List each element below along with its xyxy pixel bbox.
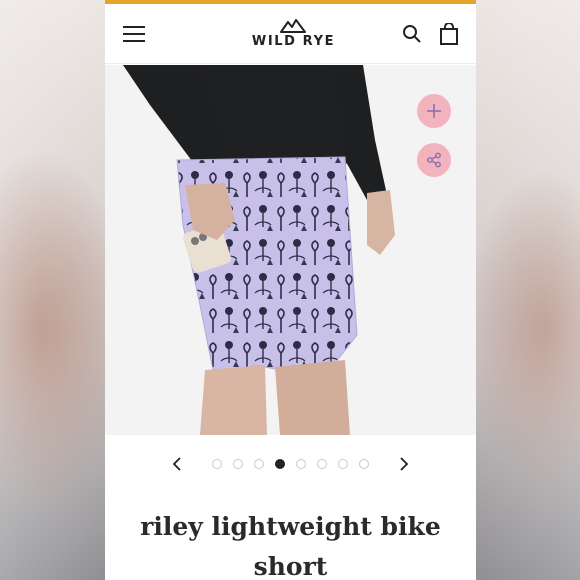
- search-icon[interactable]: [402, 24, 422, 44]
- brand-logo[interactable]: WILD RYE: [251, 18, 336, 49]
- zoom-plus-button[interactable]: [417, 94, 451, 128]
- carousel-dot[interactable]: [254, 459, 264, 469]
- carousel-dot[interactable]: [338, 459, 348, 469]
- image-carousel-nav: [105, 452, 476, 476]
- carousel-dot[interactable]: [233, 459, 243, 469]
- share-button[interactable]: [417, 143, 451, 177]
- carousel-dot[interactable]: [317, 459, 327, 469]
- share-icon: [427, 152, 441, 168]
- mobile-page: WILD RYE riley lightweight bike short: [105, 0, 476, 580]
- carousel-dots: [212, 459, 369, 469]
- product-title: riley lightweight bike short: [140, 512, 441, 580]
- brand-name: WILD RYE: [251, 33, 336, 49]
- mountain-logo-icon: [280, 18, 307, 33]
- chevron-left-icon[interactable]: [170, 457, 184, 471]
- plus-icon: [427, 104, 441, 118]
- carousel-dot[interactable]: [275, 459, 285, 469]
- shopping-bag-icon[interactable]: [439, 22, 458, 45]
- menu-icon[interactable]: [123, 25, 145, 42]
- chevron-right-icon[interactable]: [397, 457, 411, 471]
- carousel-dot[interactable]: [359, 459, 369, 469]
- carousel-dot[interactable]: [296, 459, 306, 469]
- carousel-dot[interactable]: [212, 459, 222, 469]
- site-header: WILD RYE: [105, 4, 476, 64]
